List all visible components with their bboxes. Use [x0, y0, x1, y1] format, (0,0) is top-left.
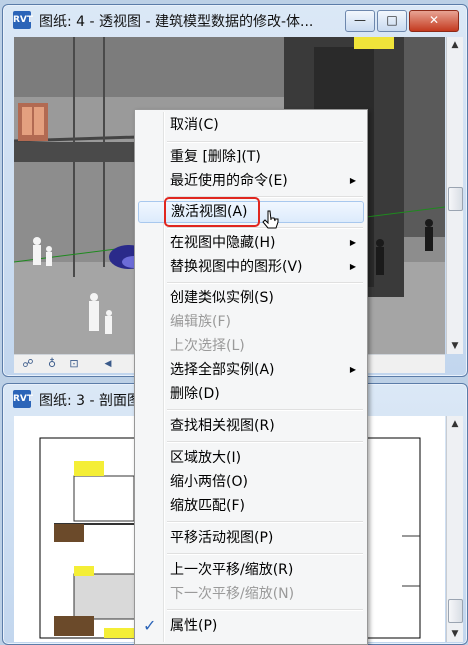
submenu-arrow-icon: ▶ — [349, 176, 356, 185]
submenu-arrow-icon: ▶ — [349, 238, 356, 247]
menu-item-properties[interactable]: ✓ 属性(P) — [138, 615, 364, 637]
menu-separator — [167, 409, 363, 411]
context-menu: 取消(C) 重复 [删除](T) 最近使用的命令(E) ▶ 激活视图(A) 在视图… — [134, 109, 368, 645]
maximize-button[interactable]: □ — [377, 10, 407, 32]
close-button[interactable]: ✕ — [409, 10, 459, 32]
menu-item-pan-active-view[interactable]: 平移活动视图(P) — [138, 527, 364, 549]
scroll-left-arrow-icon[interactable]: ◀ — [100, 356, 116, 372]
highlight-annotation-box — [164, 197, 260, 227]
scroll-up-arrow-icon[interactable]: ▲ — [447, 416, 463, 432]
menu-item-override-graphics[interactable]: 替换视图中的图形(V) ▶ — [138, 256, 364, 278]
menu-item-label: 区域放大(I) — [170, 450, 242, 466]
menu-item-cancel[interactable]: 取消(C) — [138, 114, 364, 136]
menu-item-next-pan-zoom: 下一次平移/缩放(N) — [138, 583, 364, 605]
menu-item-select-all-instances[interactable]: 选择全部实例(A) ▶ — [138, 359, 364, 381]
menu-item-label: 选择全部实例(A) — [170, 362, 275, 378]
vertical-scrollbar[interactable]: ▲ ▼ — [446, 416, 463, 642]
visual-style-icon[interactable]: ☍ — [20, 356, 36, 372]
menu-separator — [167, 282, 363, 284]
menu-item-label: 在视图中隐藏(H) — [170, 235, 276, 251]
mouse-cursor-icon — [262, 210, 279, 229]
revit-app-icon: RVT — [13, 390, 33, 408]
menu-item-delete[interactable]: 删除(D) — [138, 383, 364, 405]
minimize-button[interactable]: — — [345, 10, 375, 32]
menu-item-label: 取消(C) — [170, 117, 219, 133]
menu-item-label: 查找相关视图(R) — [170, 418, 275, 434]
menu-item-label: 上一次平移/缩放(R) — [170, 562, 294, 578]
title-bar[interactable]: RVT 图纸: 4 - 透视图 - 建筑模型数据的修改-体... — □ ✕ — [3, 5, 467, 35]
revit-app-icon: RVT — [13, 11, 33, 29]
menu-separator — [167, 521, 363, 523]
menu-item-last-selection: 上次选择(L) — [138, 335, 364, 357]
submenu-arrow-icon: ▶ — [349, 365, 356, 374]
menu-separator — [167, 609, 363, 611]
menu-item-label: 缩放匹配(F) — [170, 498, 245, 514]
checkmark-icon: ✓ — [143, 616, 157, 635]
menu-separator — [167, 141, 363, 143]
menu-item-label: 创建类似实例(S) — [170, 290, 274, 306]
menu-separator — [167, 553, 363, 555]
menu-item-zoom-out-2x[interactable]: 缩小两倍(O) — [138, 471, 364, 493]
menu-item-label: 重复 [删除](T) — [170, 149, 261, 165]
menu-item-label: 平移活动视图(P) — [170, 530, 274, 546]
scroll-thumb[interactable] — [448, 599, 463, 623]
menu-item-repeat-delete[interactable]: 重复 [删除](T) — [138, 146, 364, 168]
menu-item-recent-commands[interactable]: 最近使用的命令(E) ▶ — [138, 170, 364, 192]
menu-item-previous-pan-zoom[interactable]: 上一次平移/缩放(R) — [138, 559, 364, 581]
scroll-thumb[interactable] — [448, 187, 463, 211]
menu-item-label: 下一次平移/缩放(N) — [170, 586, 295, 602]
menu-item-label: 上次选择(L) — [170, 338, 245, 354]
menu-item-zoom-region[interactable]: 区域放大(I) — [138, 447, 364, 469]
menu-item-label: 最近使用的命令(E) — [170, 173, 288, 189]
crop-view-icon[interactable]: ⊡ — [66, 356, 82, 372]
menu-item-label: 属性(P) — [170, 618, 218, 634]
menu-item-label: 编辑族(F) — [170, 314, 231, 330]
menu-item-create-similar[interactable]: 创建类似实例(S) — [138, 287, 364, 309]
scroll-down-arrow-icon[interactable]: ▼ — [447, 626, 463, 642]
vertical-scrollbar[interactable]: ▲ ▼ — [446, 37, 463, 354]
window-title: 图纸: 3 - 剖面图 — [39, 393, 142, 409]
menu-item-label: 删除(D) — [170, 386, 220, 402]
menu-item-hide-in-view[interactable]: 在视图中隐藏(H) ▶ — [138, 232, 364, 254]
menu-item-edit-family: 编辑族(F) — [138, 311, 364, 333]
sun-path-icon[interactable]: ♁ — [44, 356, 60, 372]
menu-item-label: 替换视图中的图形(V) — [170, 259, 303, 275]
scroll-down-arrow-icon[interactable]: ▼ — [447, 338, 463, 354]
window-title: 图纸: 4 - 透视图 - 建筑模型数据的修改-体... — [39, 14, 314, 30]
menu-item-find-referring-views[interactable]: 查找相关视图(R) — [138, 415, 364, 437]
menu-item-zoom-to-fit[interactable]: 缩放匹配(F) — [138, 495, 364, 517]
menu-item-label: 缩小两倍(O) — [170, 474, 248, 490]
submenu-arrow-icon: ▶ — [349, 262, 356, 271]
scroll-up-arrow-icon[interactable]: ▲ — [447, 37, 463, 53]
menu-separator — [167, 441, 363, 443]
